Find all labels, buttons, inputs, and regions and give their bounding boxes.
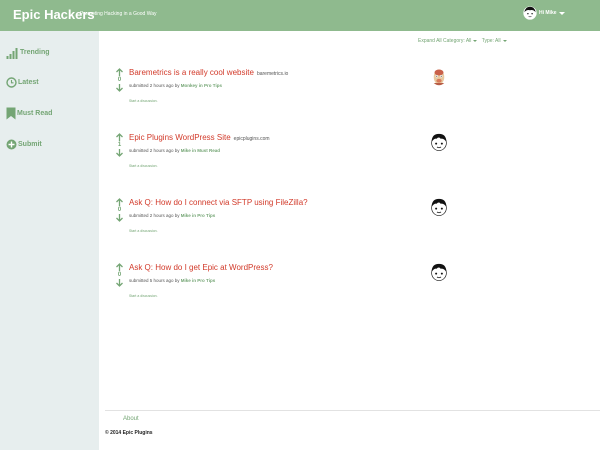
- chevron-down-icon[interactable]: [473, 39, 478, 42]
- post-domain: baremetrics.io: [256, 71, 289, 77]
- post-meta: submitted 2 hours ago by Monkey in Pro T…: [129, 83, 222, 88]
- downvote-arrow-icon[interactable]: [115, 278, 124, 287]
- post-title-link[interactable]: Ask Q: How do I connect via SFTP using F…: [129, 198, 308, 207]
- cartoon-face-avatar-icon[interactable]: [430, 198, 448, 216]
- post-submitted-text: submitted 2 hours ago by: [129, 148, 180, 153]
- cartoon-face-avatar-icon[interactable]: [430, 133, 448, 151]
- start-discussion-link[interactable]: Start a discussion.: [129, 99, 158, 103]
- post-author-link[interactable]: Mike in Pro Tips: [181, 278, 215, 283]
- user-avatar-icon[interactable]: [523, 6, 537, 20]
- category-filter[interactable]: Category: All: [443, 38, 471, 44]
- post-meta: submitted 5 hours ago by Mike in Pro Tip…: [129, 278, 215, 283]
- sidebar-item-label: Trending: [20, 49, 50, 56]
- post-domain: epicplugins.com: [233, 136, 270, 142]
- post-submitted-text: submitted 2 hours ago by: [129, 83, 180, 88]
- chevron-down-icon[interactable]: [558, 11, 565, 15]
- top-bar: Epic Hackers Promoting Hacking in a Good…: [0, 0, 600, 31]
- downvote-arrow-icon[interactable]: [115, 213, 124, 222]
- post-item: 0 Ask Q: How do I connect via SFTP using…: [0, 198, 600, 248]
- post-submitted-text: submitted 5 hours ago by: [129, 278, 180, 283]
- start-discussion-link[interactable]: Start a discussion.: [129, 229, 158, 233]
- chevron-down-icon[interactable]: [502, 39, 507, 42]
- post-title-link[interactable]: Ask Q: How do I get Epic at WordPress?: [129, 263, 273, 272]
- expand-all-link[interactable]: Expand All: [418, 38, 442, 44]
- vote-widget: 0: [115, 68, 124, 92]
- start-discussion-link[interactable]: Start a discussion.: [129, 294, 158, 298]
- user-greeting[interactable]: Hi Mike: [539, 10, 557, 16]
- type-filter[interactable]: Type: All: [482, 38, 501, 44]
- post-author-link[interactable]: Monkey in Pro Tips: [181, 83, 222, 88]
- post-item: 0 Baremetrics is a really cool website ba…: [0, 68, 600, 118]
- post-author-link[interactable]: Mike in Pro Tips: [181, 213, 215, 218]
- post-title-link[interactable]: Baremetrics is a really cool website: [129, 68, 254, 77]
- site-tagline: Promoting Hacking in a Good Way: [80, 11, 157, 17]
- upvote-arrow-icon[interactable]: [115, 263, 124, 272]
- post-meta: submitted 2 hours ago by Mike in Must Re…: [129, 148, 220, 153]
- downvote-arrow-icon[interactable]: [115, 148, 124, 157]
- vote-widget: 1: [115, 133, 124, 157]
- post-item: 1 Epic Plugins WordPress Site epicplugins…: [0, 133, 600, 183]
- post-title-link[interactable]: Epic Plugins WordPress Site: [129, 133, 231, 142]
- user-menu[interactable]: Hi Mike: [523, 6, 565, 20]
- vote-widget: 0: [115, 198, 124, 222]
- upvote-arrow-icon[interactable]: [115, 198, 124, 207]
- post-item: 0 Ask Q: How do I get Epic at WordPress?…: [0, 263, 600, 313]
- vote-widget: 0: [115, 263, 124, 287]
- monkey-avatar-icon[interactable]: [430, 68, 448, 86]
- signal-bars-icon: [6, 48, 18, 59]
- filter-bar: Expand All Category: All Type: All: [418, 38, 510, 44]
- upvote-arrow-icon[interactable]: [115, 68, 124, 77]
- post-author-link[interactable]: Mike in Must Read: [181, 148, 220, 153]
- upvote-arrow-icon[interactable]: [115, 133, 124, 142]
- sidebar-item-trending[interactable]: Trending: [6, 46, 50, 59]
- cartoon-face-avatar-icon[interactable]: [430, 263, 448, 281]
- start-discussion-link[interactable]: Start a discussion.: [129, 164, 158, 168]
- footer-copyright: © 2014 Epic Plugins: [105, 430, 153, 436]
- footer-divider: [105, 410, 600, 411]
- downvote-arrow-icon[interactable]: [115, 83, 124, 92]
- post-meta: submitted 2 hours ago by Mike in Pro Tip…: [129, 213, 215, 218]
- post-submitted-text: submitted 2 hours ago by: [129, 213, 180, 218]
- footer-about-link[interactable]: About: [123, 416, 139, 422]
